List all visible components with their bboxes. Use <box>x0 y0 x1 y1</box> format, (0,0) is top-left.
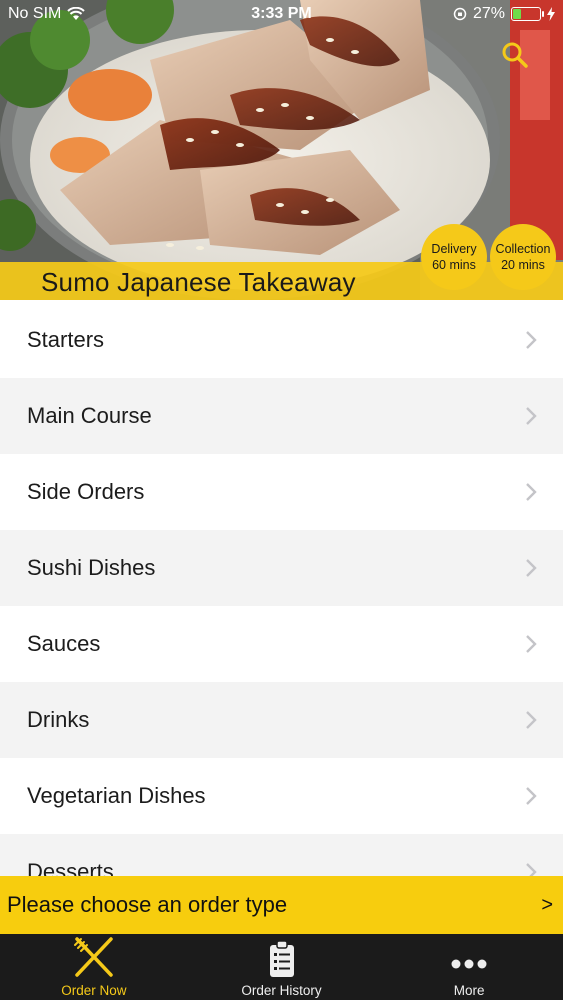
menu-item-label: Vegetarian Dishes <box>27 783 206 808</box>
menu-item-side-orders[interactable]: Side Orders <box>0 454 563 530</box>
menu-item-label: Sauces <box>27 631 101 656</box>
restaurant-name: Sumo Japanese Takeaway <box>41 267 356 297</box>
menu-item-label: Starters <box>27 327 105 352</box>
battery-level-fill <box>513 9 521 19</box>
chevron-right-icon <box>526 787 537 805</box>
tab-bar: Order Now Order History More <box>0 934 563 1000</box>
order-type-arrow: > <box>541 893 553 916</box>
collection-label: Collection <box>495 242 551 256</box>
delivery-time: 60 mins <box>432 258 476 272</box>
chevron-right-icon <box>526 711 537 729</box>
charging-bolt-icon <box>547 7 555 21</box>
chevron-right-icon <box>526 559 537 577</box>
search-button[interactable] <box>500 40 530 70</box>
menu-item-label: Side Orders <box>27 479 145 504</box>
delivery-label: Delivery <box>431 242 477 256</box>
battery-percent: 27% <box>472 5 505 22</box>
tab-more[interactable]: More <box>375 934 563 1000</box>
menu-item-main-course[interactable]: Main Course <box>0 378 563 454</box>
tab-label: Order Now <box>61 983 127 998</box>
tab-order-history[interactable]: Order History <box>188 934 376 1000</box>
orientation-lock-icon <box>453 7 467 21</box>
menu-item-sushi-dishes[interactable]: Sushi Dishes <box>0 530 563 606</box>
clipboard-list-icon <box>269 940 294 977</box>
hero-banner: No SIM 3:33 PM 27% Sumo Japanese Takeawa… <box>0 0 563 300</box>
fork-knife-icon <box>73 937 113 977</box>
tab-label: More <box>453 983 485 998</box>
delivery-time-badge: Delivery 60 mins <box>421 224 487 290</box>
chevron-right-icon <box>526 331 537 349</box>
order-type-prompt: Please choose an order type <box>7 892 288 917</box>
chevron-right-icon <box>526 483 537 501</box>
menu-item-vegetarian-dishes[interactable]: Vegetarian Dishes <box>0 758 563 834</box>
collection-time: 20 mins <box>501 258 545 272</box>
tab-order-now[interactable]: Order Now <box>0 934 188 1000</box>
battery-icon <box>511 7 544 21</box>
chevron-right-icon <box>526 635 537 653</box>
menu-item-label: Drinks <box>27 707 90 732</box>
menu-category-list: Starters Main Course Side Orders Sushi D… <box>0 302 563 910</box>
chevron-right-icon <box>526 407 537 425</box>
menu-item-label: Sushi Dishes <box>27 555 156 580</box>
menu-item-label: Main Course <box>27 403 152 428</box>
menu-item-sauces[interactable]: Sauces <box>0 606 563 682</box>
menu-item-drinks[interactable]: Drinks <box>0 682 563 758</box>
more-dots-icon <box>451 959 487 969</box>
status-bar: No SIM 3:33 PM 27% <box>0 0 563 30</box>
tab-label: Order History <box>241 983 322 998</box>
collection-time-badge: Collection 20 mins <box>490 224 556 290</box>
order-type-bar[interactable]: Please choose an order type > <box>0 876 563 934</box>
menu-item-starters[interactable]: Starters <box>0 302 563 378</box>
search-icon <box>502 42 528 68</box>
